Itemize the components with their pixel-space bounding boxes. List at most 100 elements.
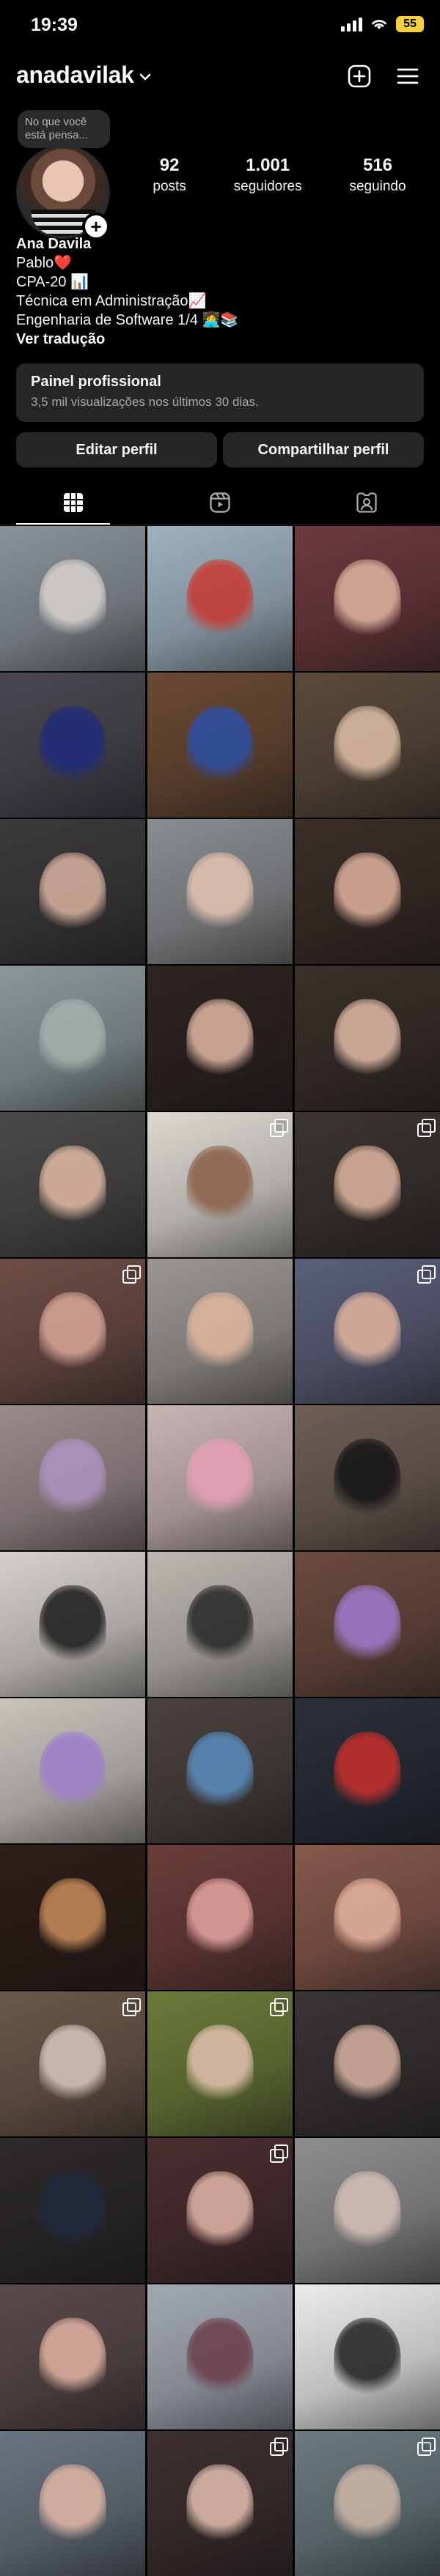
- edit-profile-button[interactable]: Editar perfil: [16, 432, 217, 467]
- photo-subject: [39, 1585, 106, 1670]
- photo-subject: [39, 999, 106, 1084]
- post-thumbnail[interactable]: [295, 2284, 440, 2429]
- profile-actions: Editar perfil Compartilhar perfil: [16, 432, 424, 467]
- see-translation-link[interactable]: Ver tradução: [16, 330, 427, 349]
- post-thumbnail[interactable]: [295, 526, 440, 671]
- post-thumbnail[interactable]: [295, 819, 440, 964]
- post-thumbnail[interactable]: [0, 1112, 145, 1257]
- dashboard-title: Painel profissional: [31, 374, 161, 390]
- stat-following[interactable]: 516 seguindo: [349, 155, 406, 195]
- tab-tagged[interactable]: [293, 481, 440, 525]
- photo-subject: [186, 1731, 254, 1816]
- photo-subject: [334, 1585, 401, 1670]
- photo-subject: [334, 852, 401, 937]
- post-thumbnail[interactable]: [0, 2284, 145, 2429]
- note-bubble[interactable]: No que você está pensa...: [18, 110, 110, 148]
- post-thumbnail[interactable]: [147, 1698, 293, 1843]
- photo-subject: [334, 2171, 401, 2256]
- carousel-icon: [417, 1119, 436, 1137]
- post-thumbnail[interactable]: [295, 1845, 440, 1990]
- photo-subject: [186, 706, 254, 791]
- carousel-icon: [270, 2438, 288, 2456]
- post-thumbnail[interactable]: [147, 673, 293, 818]
- post-thumbnail[interactable]: [147, 966, 293, 1111]
- posts-grid: [0, 526, 440, 2576]
- post-thumbnail[interactable]: [0, 1259, 145, 1404]
- post-thumbnail[interactable]: [0, 2431, 145, 2576]
- post-thumbnail[interactable]: [147, 2284, 293, 2429]
- reels-icon: [210, 492, 230, 513]
- post-thumbnail[interactable]: [0, 819, 145, 964]
- bio-line: Técnica em Administração📈: [16, 293, 207, 309]
- bio-line: CPA-20 📊: [16, 274, 89, 290]
- post-thumbnail[interactable]: [147, 1405, 293, 1550]
- post-thumbnail[interactable]: [295, 2138, 440, 2283]
- photo-subject: [39, 559, 106, 644]
- photo-subject: [334, 1145, 401, 1230]
- photo-subject: [186, 1585, 254, 1670]
- post-thumbnail[interactable]: [295, 673, 440, 818]
- photo-subject: [334, 2464, 401, 2549]
- post-thumbnail[interactable]: [295, 1698, 440, 1843]
- professional-dashboard[interactable]: Painel profissional 3,5 mil visualizaçõe…: [16, 363, 424, 422]
- post-thumbnail[interactable]: [295, 1112, 440, 1257]
- photo-subject: [39, 706, 106, 791]
- post-thumbnail[interactable]: [147, 1259, 293, 1404]
- post-thumbnail[interactable]: [147, 1991, 293, 2136]
- post-thumbnail[interactable]: [147, 2138, 293, 2283]
- photo-subject: [39, 2171, 106, 2256]
- photo-subject: [39, 1145, 106, 1230]
- post-thumbnail[interactable]: [295, 1405, 440, 1550]
- photo-subject: [334, 999, 401, 1084]
- post-thumbnail[interactable]: [295, 966, 440, 1111]
- profile-bio: Ana Davila Pablo❤️ CPA-20 📊 Técnica em A…: [16, 234, 427, 349]
- photo-subject: [39, 2317, 106, 2402]
- post-thumbnail[interactable]: [147, 819, 293, 964]
- tab-posts-grid[interactable]: [0, 481, 147, 525]
- photo-subject: [186, 559, 254, 644]
- post-thumbnail[interactable]: [295, 2431, 440, 2576]
- stat-value: 1.001: [246, 155, 290, 175]
- photo-subject: [334, 1292, 401, 1377]
- post-thumbnail[interactable]: [147, 2431, 293, 2576]
- post-thumbnail[interactable]: [147, 1112, 293, 1257]
- photo-subject: [186, 1438, 254, 1523]
- post-thumbnail[interactable]: [295, 1991, 440, 2136]
- post-thumbnail[interactable]: [0, 673, 145, 818]
- post-thumbnail[interactable]: [147, 1552, 293, 1697]
- carousel-icon: [122, 1998, 141, 2016]
- share-profile-button[interactable]: Compartilhar perfil: [223, 432, 424, 467]
- post-thumbnail[interactable]: [147, 526, 293, 671]
- post-thumbnail[interactable]: [0, 2138, 145, 2283]
- post-thumbnail[interactable]: [0, 966, 145, 1111]
- photo-subject: [39, 1878, 106, 1963]
- photo-subject: [334, 706, 401, 791]
- post-thumbnail[interactable]: [147, 1845, 293, 1990]
- post-thumbnail[interactable]: [0, 526, 145, 671]
- stat-followers[interactable]: 1.001 seguidores: [234, 155, 302, 195]
- post-thumbnail[interactable]: [0, 1698, 145, 1843]
- photo-subject: [186, 2171, 254, 2256]
- profile-avatar[interactable]: +: [16, 145, 110, 240]
- photo-subject: [334, 2317, 401, 2402]
- stat-posts[interactable]: 92 posts: [153, 155, 186, 195]
- post-thumbnail[interactable]: [0, 1552, 145, 1697]
- post-thumbnail[interactable]: [0, 1845, 145, 1990]
- photo-subject: [39, 2464, 106, 2549]
- grid-icon: [64, 493, 83, 512]
- post-thumbnail[interactable]: [295, 1552, 440, 1697]
- tab-reels[interactable]: [147, 481, 293, 525]
- profile-header: anadavilak: [0, 57, 440, 98]
- create-button[interactable]: [343, 60, 375, 92]
- post-thumbnail[interactable]: [0, 1405, 145, 1550]
- username-switcher[interactable]: anadavilak: [16, 62, 152, 89]
- post-thumbnail[interactable]: [0, 1991, 145, 2136]
- stat-label: posts: [153, 179, 186, 194]
- carousel-icon: [270, 2144, 288, 2163]
- menu-button[interactable]: [392, 60, 424, 92]
- tagged-person-icon: [356, 492, 377, 513]
- photo-subject: [186, 999, 254, 1084]
- post-thumbnail[interactable]: [295, 1259, 440, 1404]
- photo-subject: [334, 2024, 401, 2109]
- photo-subject: [39, 852, 106, 937]
